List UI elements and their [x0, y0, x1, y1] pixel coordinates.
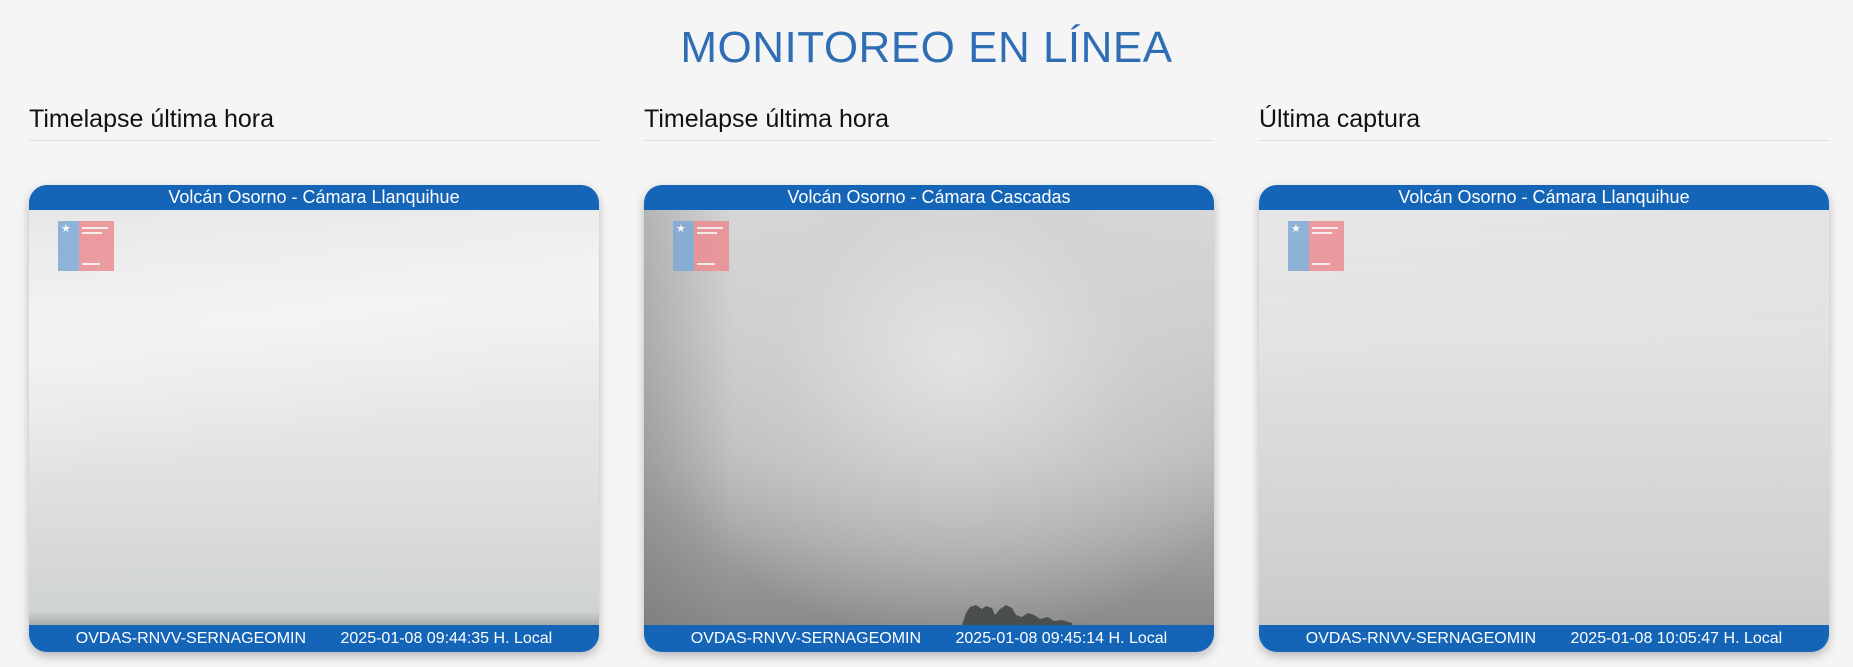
section-heading: Timelapse última hora: [644, 102, 1214, 141]
government-logo-icon: ★: [58, 221, 114, 271]
ground-strip: [29, 611, 599, 625]
camera-footer: OVDAS-RNVV-SERNAGEOMIN 2025-01-08 10:05:…: [1259, 625, 1829, 652]
section-heading: Última captura: [1259, 102, 1829, 141]
camera-title: Volcán Osorno - Cámara Cascadas: [644, 185, 1214, 210]
camera-timestamp: 2025-01-08 10:05:47 H. Local: [1570, 630, 1783, 647]
camera-feed-card[interactable]: Volcán Osorno - Cámara Cascadas ★ OVDAS-…: [644, 185, 1214, 652]
government-logo-icon: ★: [673, 221, 729, 271]
government-logo-icon: ★: [1288, 221, 1344, 271]
camera-feed-card[interactable]: Volcán Osorno - Cámara Llanquihue ★ OVDA…: [1259, 185, 1829, 652]
monitor-column-timelapse-cascadas: Timelapse última hora Volcán Osorno - Cá…: [644, 102, 1214, 652]
page-title: MONITOREO EN LÍNEA: [680, 23, 1173, 72]
section-heading: Timelapse última hora: [29, 102, 599, 141]
camera-image[interactable]: [29, 210, 599, 625]
camera-title: Volcán Osorno - Cámara Llanquihue: [29, 185, 599, 210]
camera-station: OVDAS-RNVV-SERNAGEOMIN: [690, 630, 922, 647]
camera-footer: OVDAS-RNVV-SERNAGEOMIN 2025-01-08 09:44:…: [29, 625, 599, 652]
camera-timestamp: 2025-01-08 09:44:35 H. Local: [340, 630, 553, 647]
monitor-column-last-capture: Última captura Volcán Osorno - Cámara Ll…: [1259, 102, 1829, 652]
camera-image[interactable]: [1259, 210, 1829, 625]
camera-title: Volcán Osorno - Cámara Llanquihue: [1259, 185, 1829, 210]
trees-silhouette: [962, 605, 1072, 625]
camera-feed-card[interactable]: Volcán Osorno - Cámara Llanquihue ★ OVDA…: [29, 185, 599, 652]
camera-station: OVDAS-RNVV-SERNAGEOMIN: [75, 630, 307, 647]
monitoring-page: MONITOREO EN LÍNEA Timelapse última hora…: [0, 0, 1853, 667]
camera-footer: OVDAS-RNVV-SERNAGEOMIN 2025-01-08 09:45:…: [644, 625, 1214, 652]
camera-image[interactable]: [644, 210, 1214, 625]
camera-timestamp: 2025-01-08 09:45:14 H. Local: [955, 630, 1168, 647]
monitor-column-timelapse-llanquihue: Timelapse última hora Volcán Osorno - Cá…: [29, 102, 599, 652]
camera-station: OVDAS-RNVV-SERNAGEOMIN: [1305, 630, 1537, 647]
